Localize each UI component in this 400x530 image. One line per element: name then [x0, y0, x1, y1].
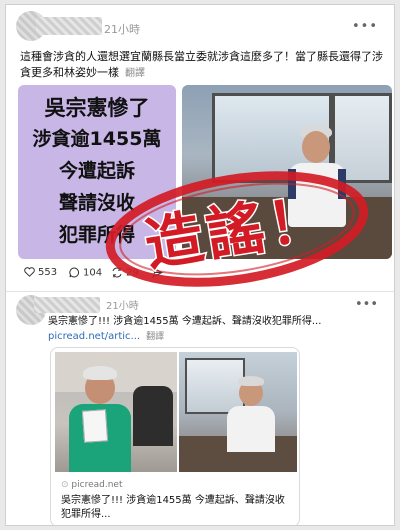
username-blurred[interactable]	[34, 297, 100, 313]
link-icon: ⊙	[61, 480, 69, 490]
post-body: 這種會涉貪的人還想選宜蘭縣長當立委就涉貪這麼多了！當了縣長還得了涉貪更多和林姿妙…	[20, 49, 388, 82]
headline-line: 犯罪所得	[58, 224, 135, 246]
heart-icon	[24, 267, 35, 277]
link-preview-card[interactable]: ⊙ picread.net 吳宗憲慘了!!! 涉貪逾1455萬 今遭起訴、聲請沒…	[50, 347, 300, 525]
post-link[interactable]: picread.net/artic...	[48, 331, 140, 342]
post-text: 這種會涉貪的人還想選宜蘭縣長當立委就涉貪這麼多了！當了縣長還得了涉貪更多和林姿妙…	[20, 50, 383, 79]
translate-link[interactable]: 翻譯	[146, 332, 164, 342]
send-icon	[152, 267, 163, 278]
comment-count: 104	[83, 267, 103, 279]
headline-line: 聲請沒收	[58, 192, 135, 214]
headline-line: 今遭起訴	[58, 160, 135, 182]
headline-image[interactable]: 吳宗憲慘了 涉貪逾1455萬 今遭起訴 聲請沒收 犯罪所得	[18, 85, 176, 259]
news-photo[interactable]	[182, 85, 392, 259]
comment-icon	[69, 267, 80, 278]
post-1: 21小時 ••• 這種會涉貪的人還想選宜蘭縣長當立委就涉貪這麼多了！當了縣長還得…	[6, 5, 394, 295]
preview-photo-right	[179, 352, 297, 472]
screenshot-frame: 21小時 ••• 這種會涉貪的人還想選宜蘭縣長當立委就涉貪這麼多了！當了縣長還得…	[5, 4, 395, 526]
headline-line: 吳宗憲慘了	[44, 96, 150, 120]
repost-icon	[112, 267, 122, 278]
repost-count: 29	[126, 267, 139, 279]
post-link-row: picread.net/artic... 翻譯	[48, 329, 164, 342]
like-count: 553	[38, 267, 58, 278]
comment-button[interactable]: 104	[69, 267, 102, 279]
post-divider	[6, 291, 394, 292]
card-title: 吳宗憲慘了!!! 涉貪逾1455萬 今遭起訴、聲請沒收犯罪所得...	[61, 495, 285, 520]
repost-button[interactable]: 29	[111, 267, 139, 279]
headline-line: 涉貪逾1455萬	[32, 128, 162, 150]
photo-table	[182, 197, 392, 259]
share-button[interactable]	[152, 267, 166, 279]
username-blurred[interactable]	[36, 17, 102, 35]
post-text: 吳宗憲慘了!!! 涉貪逾1455萬 今遭起訴、聲請沒收犯罪所得...	[48, 316, 322, 327]
translate-link[interactable]: 翻譯	[125, 68, 145, 79]
post-timestamp: 21小時	[106, 301, 139, 312]
more-options-icon[interactable]: •••	[355, 297, 378, 312]
more-options-icon[interactable]: •••	[352, 19, 378, 34]
like-button[interactable]: 553	[24, 267, 57, 278]
post-timestamp: 21小時	[104, 23, 140, 36]
preview-photo-left	[55, 352, 177, 472]
card-domain: ⊙ picread.net	[61, 480, 123, 490]
